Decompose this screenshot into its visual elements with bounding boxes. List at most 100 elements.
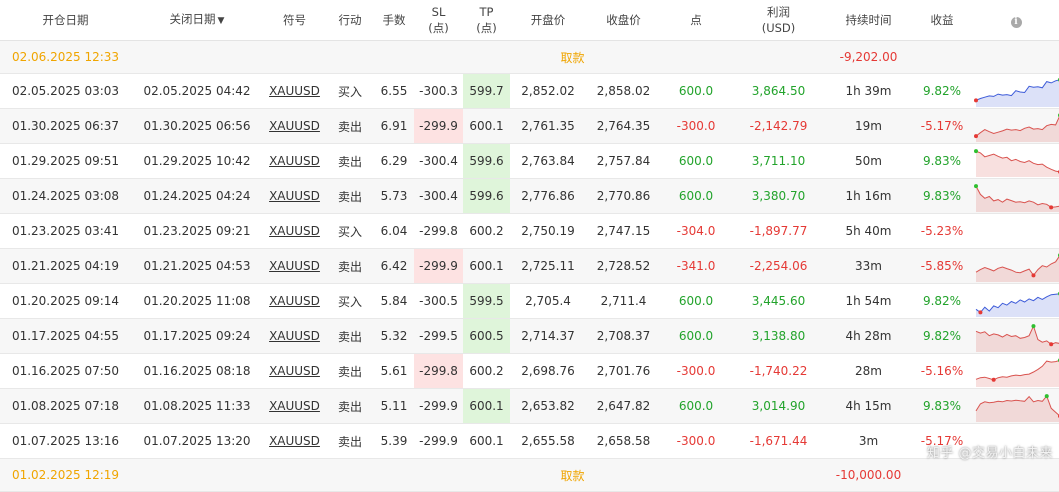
duration: 50m	[826, 143, 911, 179]
symbol-link[interactable]: XAUUSD	[263, 178, 326, 214]
gain: -5.23%	[911, 213, 973, 249]
close-date: 01.20.2025 11:08	[131, 283, 263, 319]
close-date: 01.24.2025 04:24	[131, 178, 263, 214]
action: 卖出	[326, 178, 374, 214]
trade-row[interactable]: 01.23.2025 03:41 01.23.2025 09:21 XAUUSD 买入…	[0, 213, 1059, 249]
action: 取款	[414, 40, 731, 74]
col-header-symbol[interactable]: 符号	[263, 0, 326, 41]
gain: -5.17%	[911, 108, 973, 144]
close-date: 02.05.2025 04:42	[131, 73, 263, 109]
profit: 3,864.50	[731, 73, 826, 109]
empty-cell	[326, 458, 374, 492]
take-profit: 599.6	[463, 143, 510, 179]
symbol-link[interactable]: XAUUSD	[263, 108, 326, 144]
col-header-duration[interactable]: 持续时间	[826, 0, 911, 41]
sparkline-area	[976, 117, 1059, 142]
empty-cell	[131, 40, 263, 74]
duration: 4h 28m	[826, 318, 911, 354]
open-date: 01.30.2025 06:37	[0, 108, 131, 144]
open-date: 01.20.2025 09:14	[0, 283, 131, 319]
gain: 9.83%	[911, 388, 973, 424]
trade-row[interactable]: 01.24.2025 03:08 01.24.2025 04:24 XAUUSD 卖出…	[0, 178, 1059, 214]
open-date: 01.17.2025 04:55	[0, 318, 131, 354]
take-profit: 600.5	[463, 318, 510, 354]
col-header-action[interactable]: 行动	[326, 0, 374, 41]
open-price: 2,698.76	[510, 353, 586, 389]
symbol-link[interactable]: XAUUSD	[263, 143, 326, 179]
profit: -2,254.06	[731, 248, 826, 284]
open-price: 2,750.19	[510, 213, 586, 249]
trade-row[interactable]: 02.05.2025 03:03 02.05.2025 04:42 XAUUSD 买入…	[0, 73, 1059, 109]
action: 卖出	[326, 108, 374, 144]
trade-row[interactable]: 01.08.2025 07:18 01.08.2025 11:33 XAUUSD 卖出…	[0, 388, 1059, 424]
points: 600.0	[661, 73, 731, 109]
col-header-close-price[interactable]: 收盘价	[586, 0, 661, 41]
trade-row[interactable]: 01.16.2025 07:50 01.16.2025 08:18 XAUUSD 卖出…	[0, 353, 1059, 389]
stop-loss: -300.4	[414, 143, 463, 179]
col-header-open-price[interactable]: 开盘价	[510, 0, 586, 41]
col-header-points[interactable]: 点	[661, 0, 731, 41]
gain: 9.83%	[911, 143, 973, 179]
col-header-gain[interactable]: 收益	[911, 0, 973, 41]
info-icon[interactable]: i	[1010, 17, 1022, 28]
symbol-link[interactable]: XAUUSD	[263, 248, 326, 284]
sparkline-extreme-dot	[974, 149, 978, 154]
stop-loss: -299.8	[414, 213, 463, 249]
equity-sparkline	[975, 324, 1059, 352]
action: 买入	[326, 73, 374, 109]
withdrawal-row: 01.02.2025 12:19 取款 -10,000.00	[0, 458, 1059, 492]
col-header-sl[interactable]: SL (点)	[414, 0, 463, 41]
lots: 5.61	[374, 353, 414, 389]
close-price: 2,701.76	[586, 353, 661, 389]
empty-cell	[911, 458, 973, 492]
duration: 1h 54m	[826, 283, 911, 319]
stop-loss: -300.4	[414, 178, 463, 214]
col-header-profit[interactable]: 利润 (USD)	[731, 0, 826, 41]
open-date: 01.08.2025 07:18	[0, 388, 131, 424]
symbol-link[interactable]: XAUUSD	[263, 318, 326, 354]
equity-sparkline-cell	[973, 213, 1059, 249]
symbol-link[interactable]: XAUUSD	[263, 213, 326, 249]
open-price: 2,655.58	[510, 423, 586, 459]
take-profit: 600.2	[463, 213, 510, 249]
open-price: 2,763.84	[510, 143, 586, 179]
duration: 28m	[826, 353, 911, 389]
points: 600.0	[661, 318, 731, 354]
points: -304.0	[661, 213, 731, 249]
profit: -9,202.00	[826, 40, 911, 74]
trade-row[interactable]: 01.21.2025 04:19 01.21.2025 04:53 XAUUSD 卖出…	[0, 248, 1059, 284]
trade-row[interactable]: 01.20.2025 09:14 01.20.2025 11:08 XAUUSD 买入…	[0, 283, 1059, 319]
trade-row[interactable]: 01.07.2025 13:16 01.07.2025 13:20 XAUUSD 卖出…	[0, 423, 1059, 459]
empty-cell	[131, 458, 263, 492]
watermark: 知乎 @交易小白未来	[926, 446, 1053, 461]
col-header-tp[interactable]: TP (点)	[463, 0, 510, 41]
col-header-lots[interactable]: 手数	[374, 0, 414, 41]
close-date: 01.16.2025 08:18	[131, 353, 263, 389]
points: -300.0	[661, 353, 731, 389]
open-date: 01.02.2025 12:19	[0, 458, 131, 492]
lots: 5.32	[374, 318, 414, 354]
open-price: 2,776.86	[510, 178, 586, 214]
trade-row[interactable]: 01.30.2025 06:37 01.30.2025 06:56 XAUUSD 卖出…	[0, 108, 1059, 144]
caret-down-icon[interactable]: ▼	[218, 16, 225, 26]
open-price: 2,653.82	[510, 388, 586, 424]
col-header-close-date[interactable]: 关闭日期 ▼	[131, 0, 263, 41]
sparkline-area	[976, 151, 1059, 177]
points: -341.0	[661, 248, 731, 284]
symbol-link[interactable]: XAUUSD	[263, 353, 326, 389]
symbol-link[interactable]: XAUUSD	[263, 73, 326, 109]
symbol-link[interactable]: XAUUSD	[263, 423, 326, 459]
trade-row[interactable]: 01.29.2025 09:51 01.29.2025 10:42 XAUUSD 卖出…	[0, 143, 1059, 179]
symbol-link[interactable]: XAUUSD	[263, 388, 326, 424]
open-date: 01.16.2025 07:50	[0, 353, 131, 389]
symbol-link[interactable]: XAUUSD	[263, 283, 326, 319]
close-date: 01.17.2025 09:24	[131, 318, 263, 354]
equity-sparkline-cell	[973, 318, 1059, 354]
trade-row[interactable]: 01.17.2025 04:55 01.17.2025 09:24 XAUUSD 卖出…	[0, 318, 1059, 354]
close-price: 2,770.86	[586, 178, 661, 214]
duration: 5h 40m	[826, 213, 911, 249]
close-date: 01.21.2025 04:53	[131, 248, 263, 284]
col-header-open-date[interactable]: 开仓日期	[0, 0, 131, 41]
sparkline-extreme-dot	[1049, 342, 1054, 347]
sparkline-extreme-dot	[1049, 205, 1054, 210]
